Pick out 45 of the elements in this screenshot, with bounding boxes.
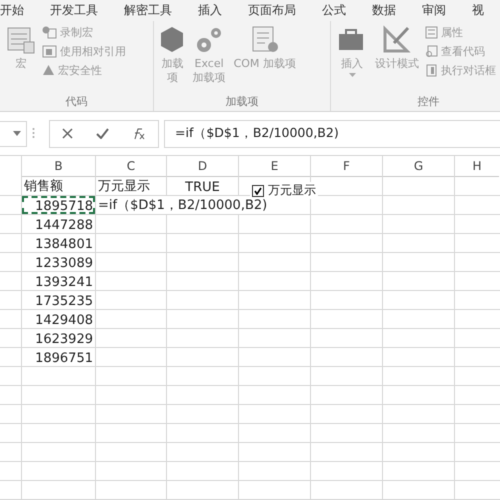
group-label: 代码: [64, 94, 88, 109]
check-icon[interactable]: [96, 128, 109, 140]
table-cell-text: 1735235: [34, 293, 94, 309]
name-box[interactable]: [0, 120, 27, 147]
table-cell-text: 1896751: [34, 350, 94, 366]
group-label: 控件: [416, 94, 440, 109]
caret-icon: [348, 72, 356, 77]
formula-field[interactable]: =if（$D$1，B2/10000,B2): [164, 120, 500, 148]
record-icon: [42, 26, 57, 39]
check-icon: [254, 186, 262, 194]
ribbon-tab[interactable]: 解密工具: [111, 2, 185, 19]
ribbon-tab[interactable]: 审阅: [409, 2, 459, 19]
macro-sheet-icon: [6, 24, 36, 55]
grid-icon: [42, 44, 57, 58]
properties-icon: [425, 26, 438, 39]
view-code-icon: [425, 44, 438, 58]
table-cell-text: 销售额: [23, 178, 64, 195]
dialog-icon: [425, 64, 438, 77]
checkbox-label: 万元显示: [268, 182, 316, 199]
table-cell-text: 万元显示: [97, 178, 151, 195]
ribbon-tab[interactable]: 开发工具: [37, 2, 111, 19]
checkbox-control[interactable]: 万元显示: [250, 182, 318, 199]
checkbox[interactable]: [252, 184, 264, 196]
checklist-gear-icon: [250, 24, 280, 55]
ribbon-tab[interactable]: 插入: [185, 2, 235, 19]
ribbon-tab[interactable]: 数据: [359, 2, 409, 19]
function-icon[interactable]: [132, 128, 146, 140]
table-cell-text: 1623929: [34, 331, 94, 347]
ribbon-tab[interactable]: 视: [459, 2, 497, 19]
table-cell-text: 1393241: [34, 274, 94, 290]
table-cell-text: 1233089: [34, 255, 94, 271]
table-cell-text: 1384801: [34, 236, 94, 252]
group-label: 加载项: [224, 94, 260, 109]
cancel-icon[interactable]: [62, 128, 73, 140]
ribbon-tab[interactable]: 页面布局: [235, 2, 309, 19]
ruler-pencil-icon: [382, 24, 412, 55]
ribbon-tab[interactable]: 公式: [309, 2, 359, 19]
copied-cell: 1895718: [22, 196, 95, 214]
caret-icon: [13, 131, 21, 136]
table-cell-text: TRUE: [184, 179, 221, 195]
table-cell-text: 1447288: [34, 217, 94, 233]
drag-handle-icon[interactable]: [32, 127, 35, 140]
ribbon-tab[interactable]: 开始: [0, 2, 37, 19]
table-cell-text: 1429408: [34, 312, 94, 328]
warning-icon: [42, 64, 55, 76]
